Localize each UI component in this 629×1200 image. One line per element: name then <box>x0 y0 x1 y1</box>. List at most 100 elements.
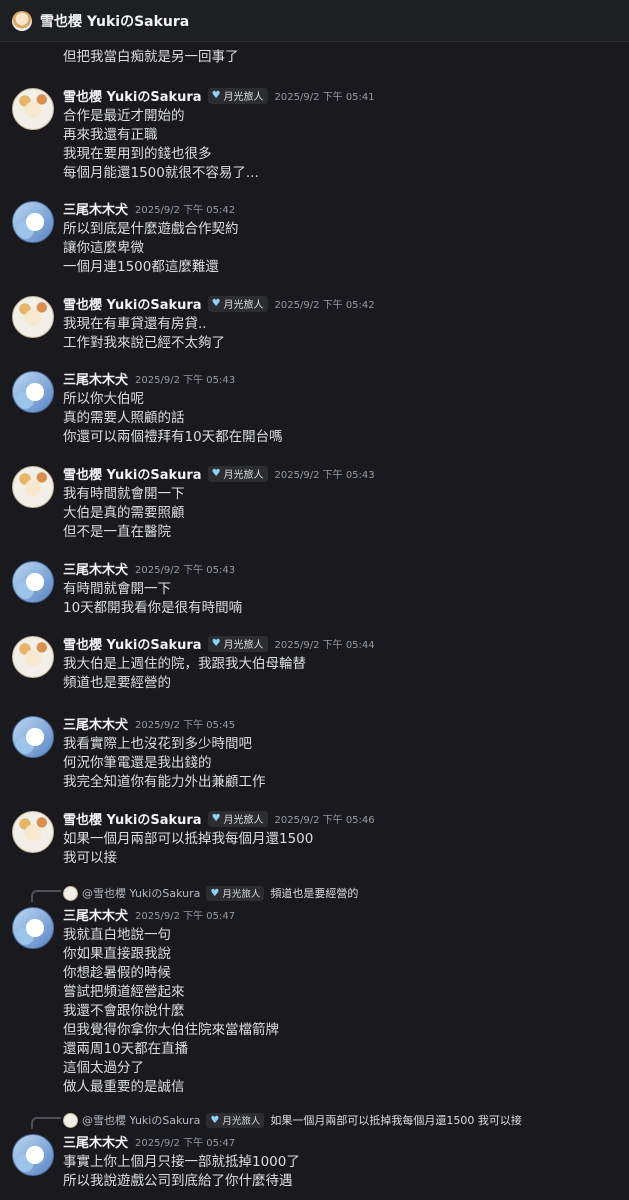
message-line: 工作對我來說已經不太夠了 <box>63 335 225 351</box>
role-badge: ♥ 月光旅人 <box>206 1112 265 1128</box>
message-line: 你還可以兩個禮拜有10天都在開台嗎 <box>63 429 283 445</box>
message-header: 三尾木木犬 2025/9/2 下午 05:47 <box>63 1132 235 1151</box>
username[interactable]: 雪也櫻 YukiのSakura <box>63 634 202 653</box>
user-avatar[interactable] <box>12 466 54 508</box>
message-line: 我可以接 <box>63 850 117 866</box>
user-avatar[interactable] <box>12 201 54 243</box>
timestamp: 2025/9/2 下午 05:42 <box>274 300 375 311</box>
heart-icon: ♥ <box>211 468 221 479</box>
message-header: 三尾木木犬 2025/9/2 下午 05:42 <box>63 199 235 218</box>
reply-text: 如果一個月兩部可以抵掉我每個月還1500 我可以接 <box>270 1114 522 1127</box>
role-badge: ♥ 月光旅人 <box>207 87 268 104</box>
timestamp: 2025/9/2 下午 05:43 <box>135 375 236 386</box>
channel-header: 雪也櫻 YukiのSakura <box>0 0 629 42</box>
username[interactable]: 雪也櫻 YukiのSakura <box>63 86 202 105</box>
role-badge: ♥ 月光旅人 <box>206 885 265 901</box>
message-line: 你想趁暑假的時候 <box>63 965 171 981</box>
message-header: 雪也櫻 YukiのSakura ♥ 月光旅人 2025/9/2 下午 05:43 <box>63 464 375 483</box>
message-line: 但我覺得你拿你大伯住院來當檔箭牌 <box>63 1022 279 1038</box>
timestamp: 2025/9/2 下午 05:46 <box>274 815 375 826</box>
user-avatar[interactable] <box>12 907 54 949</box>
user-avatar[interactable] <box>12 371 54 413</box>
user-avatar[interactable] <box>12 88 54 130</box>
user-avatar[interactable] <box>12 1134 54 1176</box>
role-badge-label: 月光旅人 <box>223 470 264 481</box>
heart-icon: ♥ <box>211 638 221 649</box>
message-header: 三尾木木犬 2025/9/2 下午 05:47 <box>63 905 235 924</box>
message-line: 大伯是真的需要照顧 <box>63 505 185 521</box>
user-avatar[interactable] <box>12 296 54 338</box>
reply-preview[interactable]: @雪也櫻 YukiのSakura ♥ 月光旅人 頻道也是要經營的 <box>63 885 358 901</box>
role-badge-label: 月光旅人 <box>223 300 264 311</box>
message-line: 一個月連1500都這麼難還 <box>63 259 219 275</box>
message-line: 這個太過分了 <box>63 1060 144 1076</box>
reply-avatar <box>63 1112 78 1128</box>
username[interactable]: 雪也櫻 YukiのSakura <box>63 809 202 828</box>
message-header: 雪也櫻 YukiのSakura ♥ 月光旅人 2025/9/2 下午 05:41 <box>63 86 375 105</box>
message-line: 但不是一直在醫院 <box>63 524 171 540</box>
message-line: 我現在要用到的錢也很多 <box>63 146 212 162</box>
message-line: 再來我還有正職 <box>63 127 158 143</box>
username[interactable]: 三尾木木犬 <box>63 369 128 388</box>
message-line: 每個月能還1500就很不容易了... <box>63 165 259 181</box>
timestamp: 2025/9/2 下午 05:43 <box>274 470 375 481</box>
message-line: 嘗試把頻道經營起來 <box>63 984 185 1000</box>
message-header: 三尾木木犬 2025/9/2 下午 05:45 <box>63 714 235 733</box>
username[interactable]: 三尾木木犬 <box>63 905 128 924</box>
user-avatar[interactable] <box>12 636 54 678</box>
message-line: 真的需要人照顧的話 <box>63 410 185 426</box>
role-badge: ♥ 月光旅人 <box>207 810 268 827</box>
username[interactable]: 三尾木木犬 <box>63 559 128 578</box>
role-badge-label: 月光旅人 <box>223 640 264 651</box>
timestamp: 2025/9/2 下午 05:47 <box>135 911 236 922</box>
message-line: 有時間就會開一下 <box>63 581 171 597</box>
message-line: 讓你這麼卑微 <box>63 240 144 256</box>
message-header: 三尾木木犬 2025/9/2 下午 05:43 <box>63 369 235 388</box>
message-line: 何況你筆電還是我出錢的 <box>63 755 212 771</box>
user-avatar[interactable] <box>12 716 54 758</box>
message-line: 所以你大伯呢 <box>63 391 144 407</box>
message-line: 你如果直接跟我說 <box>63 946 171 962</box>
message-line: 所以我說遊戲公司到底給了你什麼待遇 <box>63 1173 293 1189</box>
message-line: 我現在有車貸還有房貸.. <box>63 316 207 332</box>
message-line: 還兩周10天都在直播 <box>63 1041 189 1057</box>
reply-avatar <box>63 885 78 901</box>
heart-icon: ♥ <box>211 298 221 309</box>
reply-author: @雪也櫻 YukiのSakura <box>82 887 201 900</box>
timestamp: 2025/9/2 下午 05:41 <box>274 92 375 103</box>
message-feed[interactable]: 但把我當白痴就是另一回事了 雪也櫻 YukiのSakura ♥ 月光旅人 2025/9/… <box>0 42 629 1200</box>
message-line: 我看實際上也沒花到多少時間吧 <box>63 736 252 752</box>
reply-text: 頻道也是要經營的 <box>270 887 359 900</box>
timestamp: 2025/9/2 下午 05:45 <box>135 720 236 731</box>
username[interactable]: 三尾木木犬 <box>63 199 128 218</box>
timestamp: 2025/9/2 下午 05:47 <box>135 1138 236 1149</box>
user-avatar[interactable] <box>12 811 54 853</box>
timestamp: 2025/9/2 下午 05:44 <box>274 640 375 651</box>
timestamp: 2025/9/2 下午 05:43 <box>135 565 236 576</box>
header-avatar <box>12 10 32 31</box>
username[interactable]: 雪也櫻 YukiのSakura <box>63 464 202 483</box>
message-header: 雪也櫻 YukiのSakura ♥ 月光旅人 2025/9/2 下午 05:42 <box>63 294 375 313</box>
role-badge-label: 月光旅人 <box>222 889 261 900</box>
message-line: 所以到底是什麼遊戲合作契約 <box>63 221 239 237</box>
role-badge: ♥ 月光旅人 <box>207 635 268 652</box>
username[interactable]: 三尾木木犬 <box>63 714 128 733</box>
heart-icon: ♥ <box>210 1114 220 1126</box>
message-line: 我就直白地說一句 <box>63 927 171 943</box>
message-line: 合作是最近才開始的 <box>63 108 185 124</box>
username[interactable]: 三尾木木犬 <box>63 1132 128 1151</box>
message-line: 事實上你上個月只接一部就抵掉1000了 <box>63 1154 300 1170</box>
role-badge-label: 月光旅人 <box>222 1116 261 1127</box>
message-header: 雪也櫻 YukiのSakura ♥ 月光旅人 2025/9/2 下午 05:46 <box>63 809 375 828</box>
heart-icon: ♥ <box>211 90 221 101</box>
timestamp: 2025/9/2 下午 05:42 <box>135 205 236 216</box>
message-line: 做人最重要的是誠信 <box>63 1079 185 1095</box>
message-header: 三尾木木犬 2025/9/2 下午 05:43 <box>63 559 235 578</box>
message-line: 但把我當白痴就是另一回事了 <box>63 49 239 65</box>
message-line: 我大伯是上週住的院，我跟我大伯母輪替 <box>63 656 306 672</box>
user-avatar[interactable] <box>12 561 54 603</box>
reply-preview[interactable]: @雪也櫻 YukiのSakura ♥ 月光旅人 如果一個月兩部可以抵掉我每個月還150… <box>63 1112 522 1128</box>
username[interactable]: 雪也櫻 YukiのSakura <box>63 294 202 313</box>
message-line: 我還不會跟你說什麼 <box>63 1003 185 1019</box>
heart-icon: ♥ <box>211 813 221 824</box>
